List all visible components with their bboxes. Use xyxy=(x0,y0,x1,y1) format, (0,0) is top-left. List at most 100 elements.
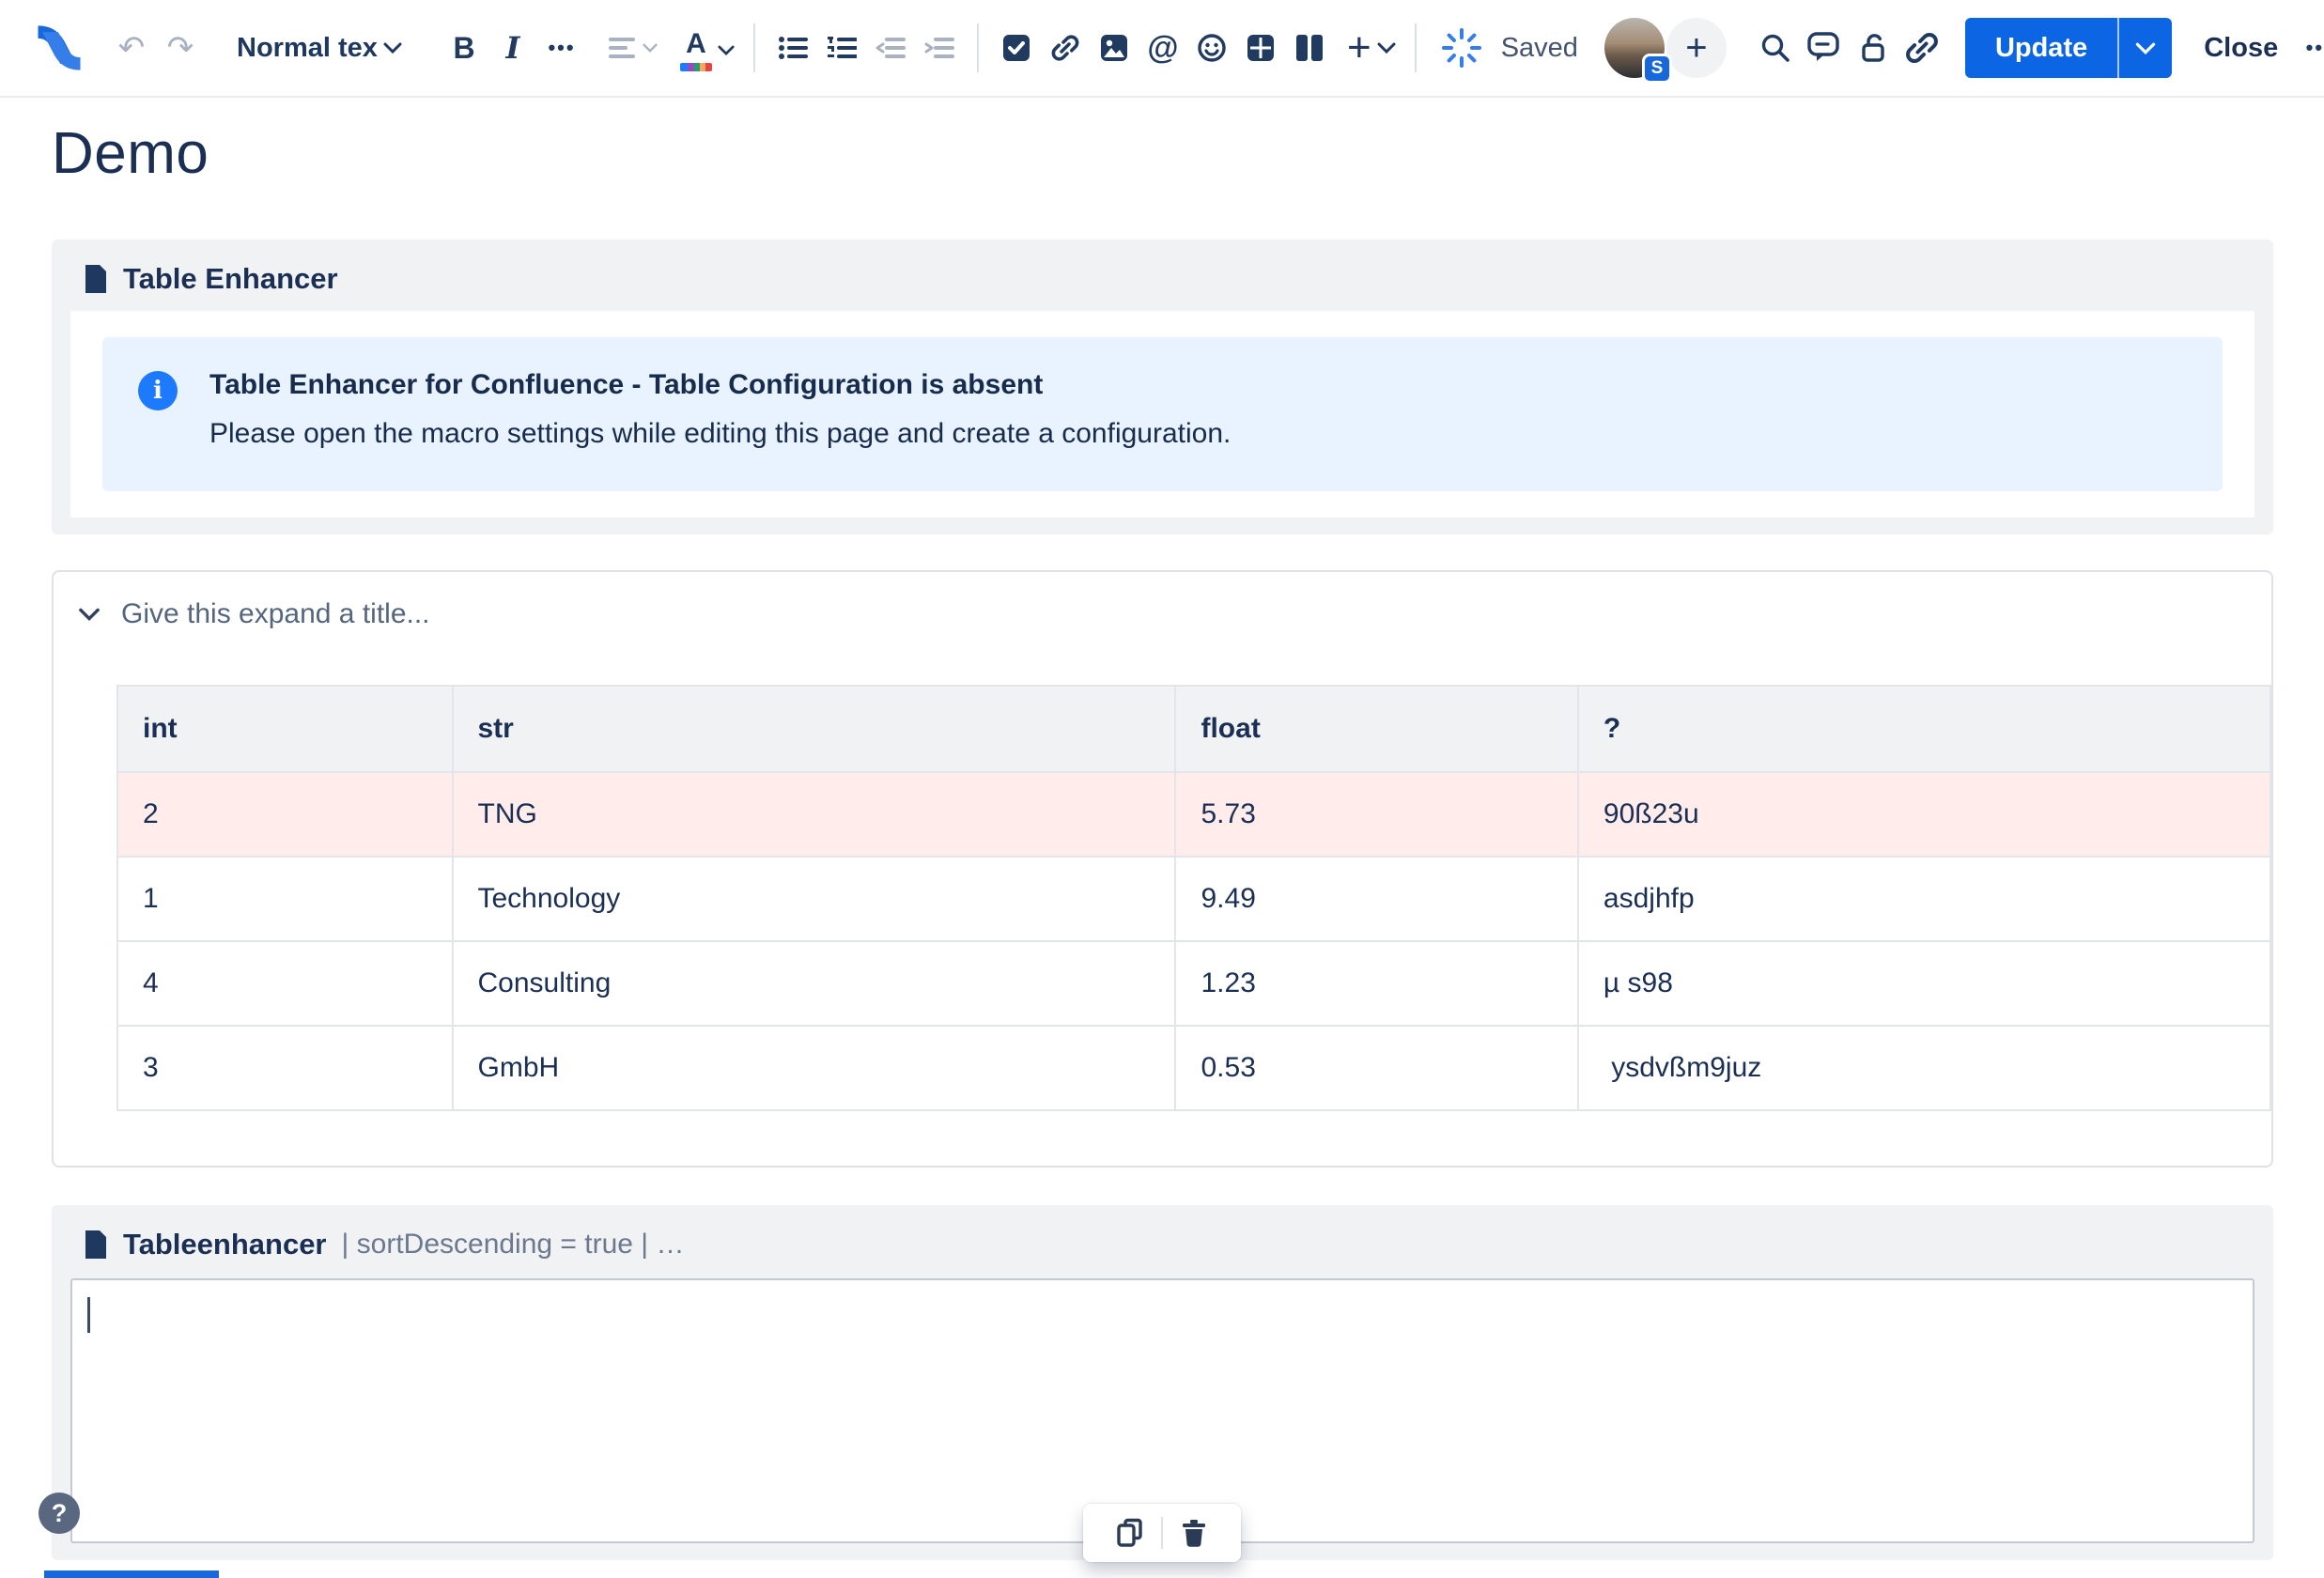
comments-button[interactable] xyxy=(1800,22,1849,74)
toolbar-right-group: Saved S + Update Close •• xyxy=(1402,18,2324,84)
alignment-dropdown[interactable] xyxy=(603,22,663,74)
table-header-row: int str float ? xyxy=(116,685,2272,773)
table-cell[interactable]: 0.53 xyxy=(1174,1025,1579,1111)
bullet-list-button[interactable] xyxy=(768,22,817,74)
help-button[interactable]: ? xyxy=(39,1493,80,1534)
save-status-text: Saved xyxy=(1500,32,1578,63)
expand-title-input[interactable]: Give this expand a title... xyxy=(121,598,430,630)
comment-icon xyxy=(1807,32,1839,61)
table-row: 1 Technology 9.49 asdjhfp xyxy=(116,856,2272,942)
trash-icon xyxy=(1183,1520,1205,1547)
more-formatting-button[interactable]: ••• xyxy=(537,22,586,74)
image-icon xyxy=(1101,35,1127,61)
text-color-dropdown[interactable]: A xyxy=(674,22,740,74)
table-cell[interactable]: Consulting xyxy=(451,940,1177,1027)
more-formatting-icon: ••• xyxy=(548,36,576,59)
document-icon xyxy=(85,265,106,293)
italic-icon: I xyxy=(505,30,520,66)
insert-link-button[interactable] xyxy=(1041,22,1090,74)
column-header-int[interactable]: int xyxy=(116,685,454,773)
expand-header: Give this expand a title... xyxy=(54,598,2271,630)
data-table: int str float ? 2 TNG 5.73 90ß23u 1 Tech… xyxy=(116,685,2272,1111)
column-header-float[interactable]: float xyxy=(1174,685,1579,773)
table-cell[interactable]: 9.49 xyxy=(1174,856,1579,942)
indent-button[interactable] xyxy=(915,22,964,74)
update-button[interactable]: Update xyxy=(1964,18,2118,78)
table-cell[interactable]: GmbH xyxy=(451,1025,1177,1111)
table-cell[interactable]: 5.73 xyxy=(1174,771,1579,858)
question-mark-icon: ? xyxy=(51,1498,68,1527)
search-button[interactable] xyxy=(1751,22,1800,74)
info-text: Table Enhancer for Confluence - Table Co… xyxy=(209,369,1231,450)
overflow-menu-button[interactable]: ••• xyxy=(2295,22,2324,74)
add-collaborator-button[interactable]: + xyxy=(1666,18,1727,78)
toolbar-left-group: ↶ ↷ Normal text B I ••• A @ + xyxy=(32,22,1402,74)
restrictions-button[interactable] xyxy=(1849,22,1898,74)
bold-button[interactable]: B xyxy=(440,22,488,74)
close-button[interactable]: Close xyxy=(2187,33,2295,64)
table-cell[interactable]: 90ß23u xyxy=(1576,771,2272,858)
column-header-str[interactable]: str xyxy=(451,685,1177,773)
info-message: Please open the macro settings while edi… xyxy=(209,418,1232,449)
emoji-button[interactable] xyxy=(1187,22,1236,74)
table-cell[interactable]: 4 xyxy=(116,940,454,1027)
table-cell[interactable]: 3 xyxy=(116,1025,454,1111)
chevron-down-icon xyxy=(643,43,658,53)
saving-spinner-icon xyxy=(1441,27,1482,69)
more-icon: ••• xyxy=(2305,36,2324,59)
italic-button[interactable]: I xyxy=(488,22,537,74)
table-cell[interactable]: 2 xyxy=(116,771,454,858)
macro-floating-toolbar xyxy=(1083,1504,1241,1562)
copy-link-button[interactable] xyxy=(1898,22,1946,74)
info-panel: i Table Enhancer for Confluence - Table … xyxy=(102,337,2223,491)
table-icon xyxy=(1247,35,1274,61)
chevron-down-icon xyxy=(1377,42,1396,54)
table-cell[interactable]: ysdvßm9juz xyxy=(1576,1025,2272,1111)
text-style-dropdown[interactable]: Normal text xyxy=(231,22,415,74)
avatar[interactable]: S xyxy=(1604,18,1672,84)
table-enhancer-macro[interactable]: Table Enhancer i Table Enhancer for Conf… xyxy=(52,240,2273,534)
insert-more-dropdown[interactable]: + xyxy=(1341,22,1402,74)
copy-icon xyxy=(1117,1518,1142,1547)
mention-icon: @ xyxy=(1147,29,1179,66)
undo-button[interactable]: ↶ xyxy=(107,22,156,74)
table-cell[interactable]: Technology xyxy=(451,856,1177,942)
mention-button[interactable]: @ xyxy=(1139,22,1187,74)
info-title: Table Enhancer for Confluence - Table Co… xyxy=(209,369,1044,400)
indent-icon xyxy=(924,38,954,58)
avatar-status-badge: S xyxy=(1641,54,1672,84)
chevron-down-icon xyxy=(718,45,735,55)
update-options-button[interactable] xyxy=(2117,18,2173,78)
align-left-icon xyxy=(609,38,635,58)
outdent-icon xyxy=(875,38,906,58)
unlock-icon xyxy=(1862,34,1884,62)
redo-button[interactable]: ↷ xyxy=(156,22,205,74)
search-icon xyxy=(1761,34,1789,62)
confluence-editor: ↶ ↷ Normal text B I ••• A @ + Saved S + … xyxy=(0,0,2324,1578)
layouts-button[interactable] xyxy=(1285,22,1334,74)
update-split-button: Update xyxy=(1964,18,2173,78)
macro-header: Tableenhancer | sortDescending = true | … xyxy=(70,1220,2254,1269)
table-cell[interactable]: µ s98 xyxy=(1576,940,2272,1027)
copy-macro-button[interactable] xyxy=(1105,1510,1155,1555)
chevron-down-icon xyxy=(2136,42,2156,54)
insert-table-button[interactable] xyxy=(1236,22,1285,74)
task-list-button[interactable] xyxy=(992,22,1041,74)
insert-image-button[interactable] xyxy=(1090,22,1139,74)
macro-body: i Table Enhancer for Confluence - Table … xyxy=(70,311,2254,518)
table-cell[interactable]: 1 xyxy=(116,856,454,942)
expand-collapse-button[interactable] xyxy=(78,607,101,622)
page-title[interactable]: Demo xyxy=(52,120,2273,187)
table-cell[interactable]: asdjhfp xyxy=(1576,856,2272,942)
editor-content: Demo Table Enhancer i Table Enhancer for… xyxy=(0,98,2324,1560)
toolbar-divider xyxy=(753,23,755,72)
column-header-q[interactable]: ? xyxy=(1576,685,2272,773)
link-icon xyxy=(1051,35,1079,61)
link-icon xyxy=(1906,33,1938,63)
numbered-list-button[interactable] xyxy=(817,22,866,74)
delete-macro-button[interactable] xyxy=(1169,1510,1219,1555)
table-cell[interactable]: 1.23 xyxy=(1174,940,1579,1027)
table-cell[interactable]: TNG xyxy=(451,771,1177,858)
plus-icon: + xyxy=(1685,26,1708,69)
outdent-button[interactable] xyxy=(866,22,915,74)
